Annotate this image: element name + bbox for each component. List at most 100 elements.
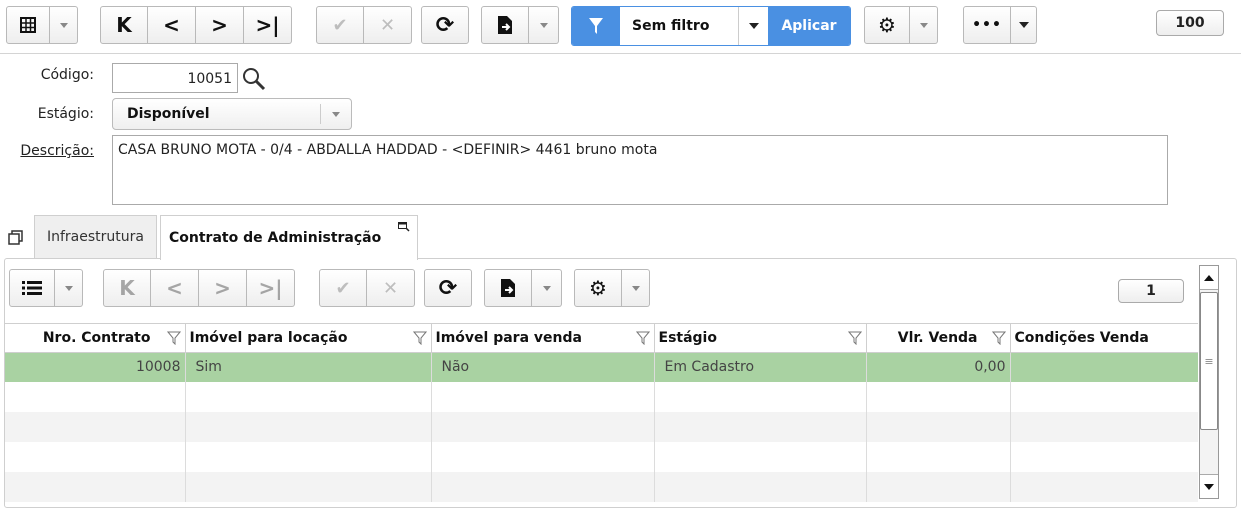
maximize-icon[interactable] — [398, 222, 410, 232]
refresh-group: ⟳ — [421, 6, 469, 44]
edit-group: ✔ ✕ — [316, 6, 412, 44]
search-icon[interactable] — [241, 66, 267, 92]
export-dropdown[interactable] — [529, 6, 559, 44]
grid-page-size-box[interactable]: 1 — [1118, 279, 1184, 303]
filter-icon[interactable] — [847, 331, 862, 345]
last-icon: >| — [255, 13, 280, 37]
refresh-button[interactable]: ⟳ — [421, 6, 469, 44]
tab-infraestrutura[interactable]: Infraestrutura — [34, 215, 157, 258]
confirm-button[interactable]: ✔ — [316, 6, 364, 44]
grid-first-button[interactable]: K — [103, 269, 151, 307]
estagio-select[interactable]: Disponível — [112, 98, 352, 130]
grid-last-button[interactable]: >| — [247, 269, 295, 307]
filter-group: Sem filtro Aplicar — [571, 6, 851, 46]
grid-view-mode-dropdown[interactable] — [55, 269, 83, 307]
filter-toggle-button[interactable] — [572, 7, 620, 45]
detail-panel: K < > >| ✔ ✕ ⟳ ⚙ 1 Nro. Contrato Imóvel … — [4, 258, 1237, 508]
cell-nro-contrato: 10008 — [5, 352, 186, 382]
col-header-imovel-locacao[interactable]: Imóvel para locação — [185, 324, 432, 353]
grid-confirm-button[interactable]: ✔ — [319, 269, 367, 307]
last-record-button[interactable]: >| — [244, 6, 292, 44]
col-header-label: Condições Venda — [1014, 329, 1149, 346]
cancel-button[interactable]: ✕ — [364, 6, 412, 44]
col-header-imovel-venda[interactable]: Imóvel para venda — [431, 324, 655, 353]
grid-export-dropdown[interactable] — [532, 269, 562, 307]
chevron-down-icon — [539, 22, 548, 28]
scroll-thumb[interactable]: ≡ — [1200, 292, 1218, 430]
filter-select-value: Sem filtro — [632, 18, 710, 34]
vertical-scrollbar[interactable]: ≡ — [1199, 265, 1219, 499]
col-header-label: Nro. Contrato — [42, 329, 151, 346]
cell-vlr-venda: 0,00 — [866, 352, 1011, 382]
chevron-down-icon — [59, 22, 68, 28]
first-record-button[interactable]: K — [100, 6, 148, 44]
col-header-vlr-venda[interactable]: Vlr. Venda — [866, 324, 1011, 353]
next-icon: > — [211, 13, 228, 37]
chevron-up-icon — [1204, 274, 1214, 281]
restore-icon[interactable] — [8, 230, 24, 246]
view-mode-dropdown[interactable] — [50, 6, 78, 44]
descricao-label: Descrição: — [20, 143, 94, 159]
grid-export-button[interactable] — [484, 269, 532, 307]
col-header-estagio[interactable]: Estágio — [654, 324, 867, 353]
chevron-down-icon — [1018, 22, 1029, 28]
table-row[interactable]: 10008 Sim Não Em Cadastro 0,00 — [5, 352, 1198, 382]
more-dropdown[interactable] — [1011, 6, 1037, 44]
settings-dropdown[interactable] — [910, 6, 938, 44]
col-header-nro-contrato[interactable]: Nro. Contrato — [5, 324, 186, 353]
estagio-select-value: Disponível — [127, 106, 210, 122]
scroll-up-button[interactable] — [1200, 266, 1218, 290]
next-icon: > — [214, 276, 231, 300]
codigo-input[interactable]: 10051 — [112, 63, 238, 93]
filter-icon[interactable] — [635, 331, 650, 345]
filter-select[interactable]: Sem filtro — [620, 7, 738, 45]
chevron-down-icon — [542, 285, 551, 291]
grid-next-button[interactable]: > — [199, 269, 247, 307]
grid-cancel-button[interactable]: ✕ — [367, 269, 415, 307]
descricao-textarea[interactable]: CASA BRUNO MOTA - 0/4 - ABDALLA HADDAD -… — [112, 135, 1168, 205]
filter-dropdown[interactable] — [738, 7, 768, 45]
more-button[interactable]: ••• — [963, 6, 1011, 44]
grid-settings-button[interactable]: ⚙ — [574, 269, 622, 307]
refresh-icon: ⟳ — [435, 12, 455, 38]
grid-settings-dropdown[interactable] — [622, 269, 650, 307]
record-nav-group: K < > >| — [100, 6, 292, 44]
next-record-button[interactable]: > — [196, 6, 244, 44]
filter-icon[interactable] — [166, 331, 181, 345]
filter-icon[interactable] — [412, 331, 427, 345]
confirm-icon: ✔ — [335, 277, 351, 299]
chevron-down-icon — [332, 111, 340, 117]
tab-contrato[interactable]: Contrato de Administração — [160, 215, 418, 260]
cell-imovel-venda: Não — [431, 352, 655, 382]
cancel-icon: ✕ — [382, 277, 399, 299]
grid-export-group — [484, 269, 562, 307]
prev-record-button[interactable]: < — [148, 6, 196, 44]
grid-view-mode-group — [9, 269, 83, 307]
view-mode-group — [6, 6, 78, 44]
main-toolbar: K < > >| ✔ ✕ ⟳ Sem filtro Aplicar ⚙ ••• … — [0, 6, 1241, 46]
chevron-down-icon — [64, 285, 73, 291]
export-icon — [498, 16, 512, 34]
grid-prev-button[interactable]: < — [151, 269, 199, 307]
settings-group: ⚙ — [864, 6, 938, 44]
scroll-down-button[interactable] — [1200, 474, 1218, 498]
chevron-down-icon — [919, 22, 928, 28]
grip-icon: ≡ — [1204, 354, 1214, 368]
empty-row — [5, 442, 1198, 472]
empty-row — [5, 382, 1198, 412]
page-size-box[interactable]: 100 — [1156, 10, 1224, 36]
col-header-label: Estágio — [658, 329, 717, 346]
toolbar-divider — [0, 53, 1241, 54]
col-header-label: Imóvel para venda — [435, 329, 582, 346]
list-view-button[interactable] — [9, 269, 55, 307]
grid-view-button[interactable] — [6, 6, 50, 44]
filter-icon[interactable] — [991, 331, 1006, 345]
settings-button[interactable]: ⚙ — [864, 6, 910, 44]
grid-refresh-button[interactable]: ⟳ — [424, 269, 472, 307]
apply-filter-button[interactable]: Aplicar — [768, 7, 850, 45]
estagio-label: Estágio: — [37, 106, 94, 122]
refresh-icon: ⟳ — [438, 275, 458, 301]
grid-edit-group: ✔ ✕ — [319, 269, 415, 307]
col-header-condicoes-venda[interactable]: Condições Venda — [1010, 324, 1198, 353]
export-button[interactable] — [481, 6, 529, 44]
